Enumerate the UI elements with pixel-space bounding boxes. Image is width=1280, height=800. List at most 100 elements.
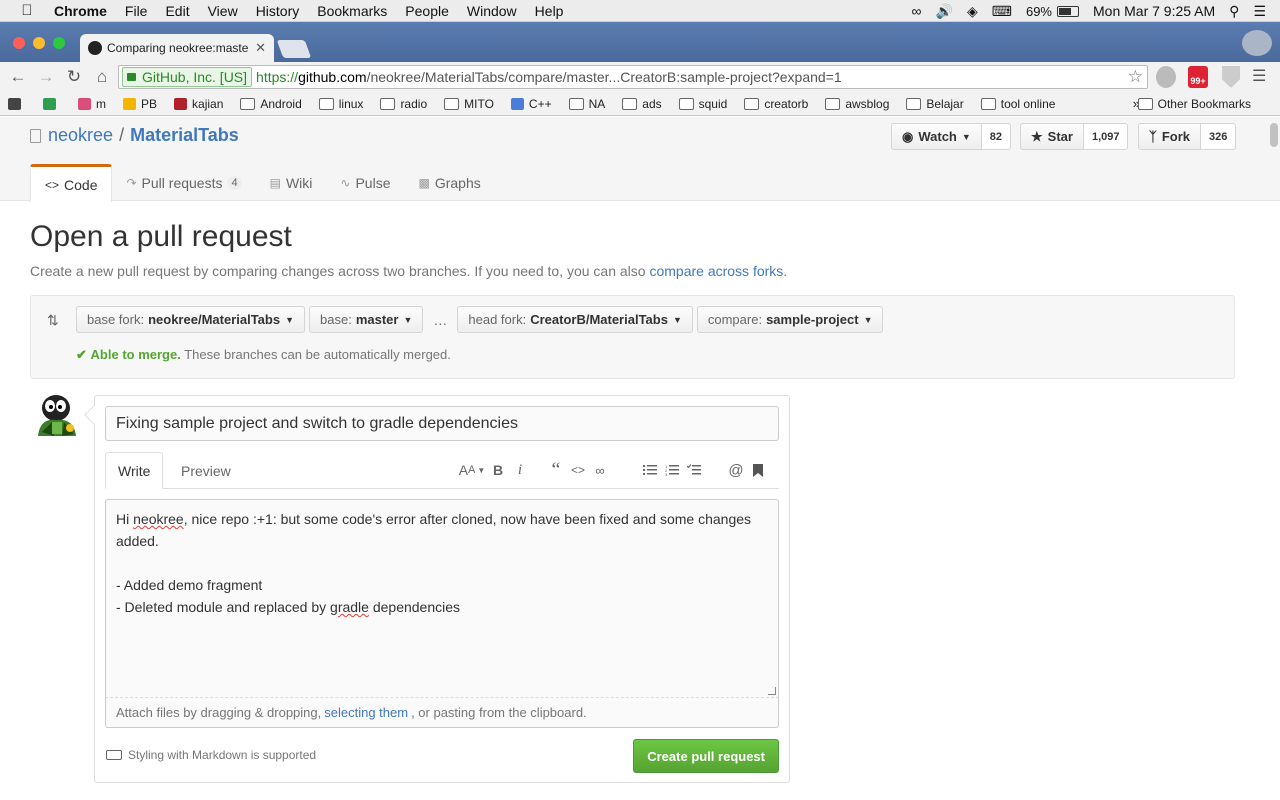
back-icon[interactable]: ← — [4, 67, 32, 87]
saved-reply-icon[interactable] — [747, 460, 769, 480]
tab-close-icon[interactable]: ✕ — [255, 40, 266, 56]
repo-name-link[interactable]: MaterialTabs — [130, 125, 239, 146]
compare-across-forks-link[interactable]: compare across forks — [649, 263, 783, 279]
sheets-icon[interactable] — [43, 97, 61, 110]
bookmark-creatorb[interactable]: creatorb — [744, 97, 808, 111]
chrome-tabstrip: Comparing neokree:master ✕ — [0, 22, 1280, 62]
italic-icon[interactable]: i — [509, 460, 531, 480]
menu-edit[interactable]: Edit — [165, 3, 189, 19]
bookmark-awsblog[interactable]: awsblog — [825, 97, 889, 111]
forward-icon[interactable]: → — [32, 67, 60, 87]
new-tab-button[interactable] — [276, 40, 312, 58]
bookmark-android[interactable]: Android — [240, 97, 302, 111]
text-size-icon[interactable]: A A ▼ — [457, 460, 487, 480]
repo-owner-link[interactable]: neokree — [48, 125, 113, 146]
tab-wiki[interactable]: ▤ Wiki — [256, 164, 327, 201]
tab-code[interactable]: <> Code — [30, 164, 113, 202]
bookmark-star-icon[interactable]: ☆ — [1128, 67, 1143, 87]
menu-view[interactable]: View — [208, 3, 238, 19]
menu-file[interactable]: File — [125, 3, 148, 19]
menu-bookmarks[interactable]: Bookmarks — [317, 3, 387, 19]
chrome-menu-icon[interactable]: ☰ — [1252, 66, 1268, 88]
extension-badge-icon[interactable]: 99+ — [1188, 66, 1208, 88]
url-text[interactable]: https://github.com/neokree/MaterialTabs/… — [256, 69, 842, 85]
bookmark-pb[interactable]: PB — [123, 97, 157, 111]
bookmark-na[interactable]: NA — [568, 97, 605, 111]
tab-pull-requests[interactable]: ↷ Pull requests 4 — [112, 164, 255, 201]
spotlight-search-icon[interactable]: ⚲ — [1229, 3, 1239, 20]
ev-certificate-badge[interactable]: GitHub, Inc. [US] — [122, 67, 253, 87]
attach-files-bar[interactable]: Attach files by dragging & dropping, sel… — [105, 698, 779, 728]
title-input[interactable] — [105, 406, 779, 441]
task-list-icon[interactable] — [683, 460, 705, 480]
reload-icon[interactable]: ↻ — [60, 67, 88, 87]
unordered-list-icon[interactable] — [639, 460, 661, 480]
resize-handle-icon[interactable] — [768, 687, 776, 695]
battery-icon[interactable] — [1057, 5, 1079, 17]
minimize-window-button[interactable] — [33, 37, 45, 49]
create-pull-request-button[interactable]: Create pull request — [633, 739, 779, 773]
notification-center-icon[interactable]: ☰ — [1253, 3, 1266, 20]
menu-history[interactable]: History — [256, 3, 300, 19]
star-count[interactable]: 1,097 — [1083, 123, 1129, 150]
tab-preview[interactable]: Preview — [169, 452, 243, 489]
bookmark-squid[interactable]: squid — [678, 97, 727, 111]
base-fork-select[interactable]: base fork: neokree/MaterialTabs ▼ — [76, 306, 305, 333]
head-fork-select[interactable]: head fork: CreatorB/MaterialTabs ▼ — [457, 306, 693, 333]
page-scrollbar[interactable] — [1270, 123, 1278, 147]
address-bar[interactable]: GitHub, Inc. [US] https://github.com/neo… — [118, 65, 1148, 89]
menu-people[interactable]: People — [405, 3, 449, 19]
zoom-window-button[interactable] — [53, 37, 65, 49]
keyboard-icon[interactable]: ⌨ — [992, 3, 1012, 20]
menu-help[interactable]: Help — [535, 3, 564, 19]
avatar[interactable] — [30, 392, 80, 442]
watch-button[interactable]: ◉ Watch ▼ — [891, 123, 982, 150]
menubar-clock[interactable]: Mon Mar 7 9:25 AM — [1093, 3, 1215, 19]
extension-chat-icon[interactable] — [1156, 66, 1176, 88]
bookmark-radio[interactable]: radio — [380, 97, 427, 111]
url-host: github.com — [298, 69, 367, 85]
other-bookmarks[interactable]: Other Bookmarks — [1137, 92, 1251, 116]
glasses-icon[interactable]: ∞ — [912, 3, 922, 19]
bookmark-ads[interactable]: ads — [622, 97, 662, 111]
ordered-list-icon[interactable]: 123 — [661, 460, 683, 480]
spellcheck-word: neokree — [133, 511, 184, 527]
markdown-note-text[interactable]: Styling with Markdown is supported — [128, 748, 316, 762]
quote-icon[interactable]: “ — [545, 459, 567, 481]
menu-app[interactable]: Chrome — [54, 3, 107, 19]
menu-window[interactable]: Window — [467, 3, 517, 19]
tab-graphs[interactable]: ▩ Graphs — [404, 164, 494, 201]
bookmark-tool-online[interactable]: tool online — [980, 97, 1055, 111]
base-branch-select[interactable]: base: master ▼ — [309, 306, 424, 333]
tab-pulse[interactable]: ∿ Pulse — [326, 164, 404, 201]
bookmark-cpp[interactable]: C++ — [510, 97, 552, 111]
star-button[interactable]: ★ Star — [1020, 123, 1084, 150]
volume-icon[interactable]: 🔊 — [936, 3, 953, 20]
home-icon[interactable]: ⌂ — [88, 67, 116, 87]
watch-count[interactable]: 82 — [981, 123, 1012, 150]
apps-icon[interactable] — [8, 97, 26, 110]
bookmark-belajar[interactable]: Belajar — [906, 97, 964, 111]
fork-count[interactable]: 326 — [1200, 123, 1237, 150]
watch-group: ◉ Watch ▼ 82 — [891, 123, 1012, 150]
code-icon[interactable]: <> — [567, 460, 589, 480]
bold-icon[interactable]: B — [487, 460, 509, 480]
fork-button[interactable]: ᛉ Fork — [1138, 123, 1201, 150]
bookmark-mito[interactable]: MITO — [444, 97, 494, 111]
select-files-link[interactable]: selecting them — [324, 705, 408, 720]
browser-tab[interactable]: Comparing neokree:master ✕ — [80, 34, 274, 62]
battery-percent[interactable]: 69% — [1026, 4, 1052, 19]
bookmark-m[interactable]: m — [78, 97, 106, 111]
bookmark-kajian[interactable]: kajian — [174, 97, 223, 111]
link-icon[interactable]: ∞ — [589, 460, 611, 480]
select-value: master — [355, 312, 399, 327]
compare-branch-select[interactable]: compare: sample-project ▼ — [696, 306, 884, 333]
wifi-icon[interactable]: ◈ — [967, 3, 978, 20]
body-textarea[interactable]: Hi neokree, nice repo :+1: but some code… — [105, 499, 779, 698]
apple-icon[interactable]:  — [18, 2, 36, 19]
close-window-button[interactable] — [13, 37, 25, 49]
tab-write[interactable]: Write — [105, 452, 164, 489]
mention-icon[interactable]: @ — [725, 460, 747, 480]
bookmark-linux[interactable]: linux — [318, 97, 363, 111]
bookmark-label: radio — [400, 96, 428, 111]
